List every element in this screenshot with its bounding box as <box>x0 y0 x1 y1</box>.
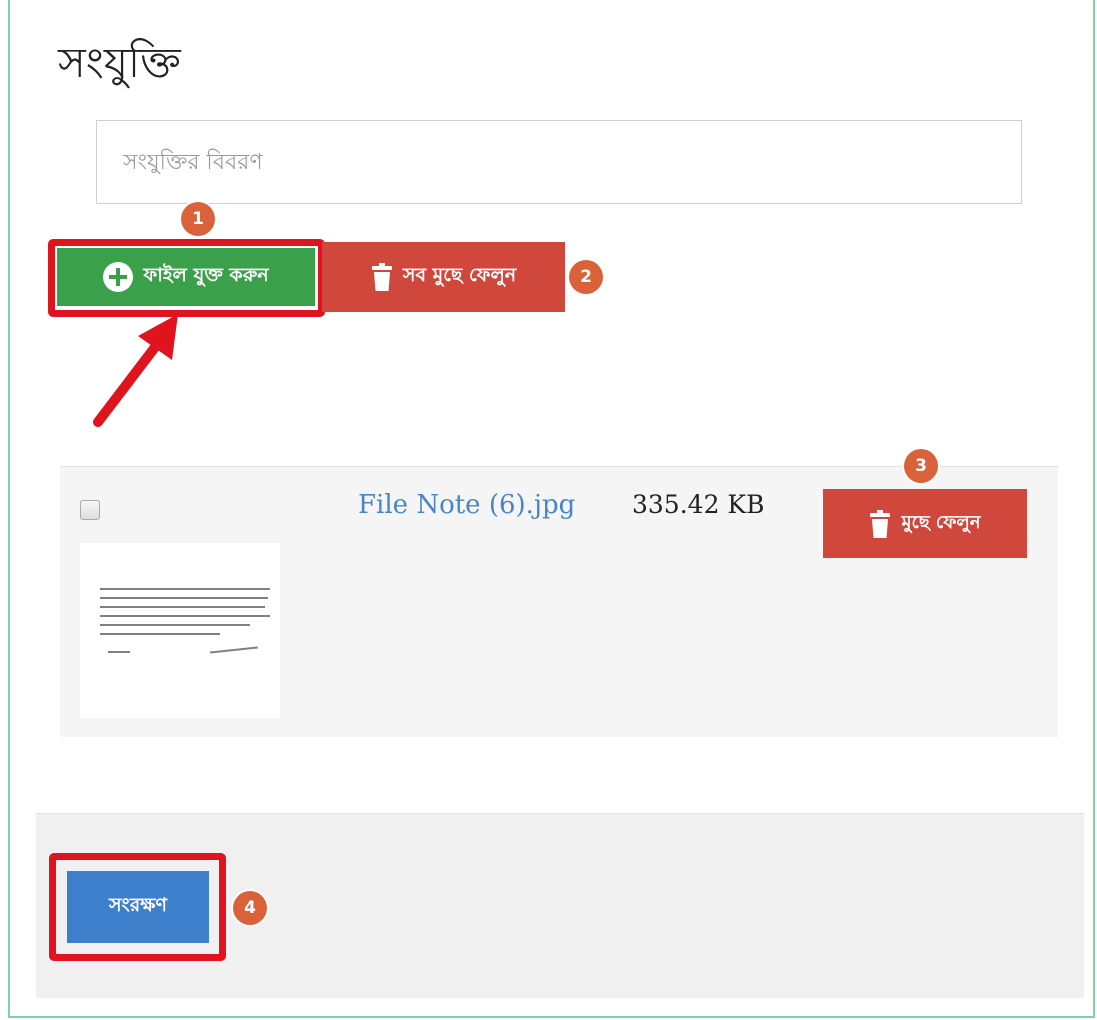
frame-border-left <box>8 0 10 1018</box>
save-label: সংরক্ষণ <box>108 894 168 916</box>
plus-circle-icon <box>103 262 134 292</box>
delete-all-button[interactable]: সব মুছে ফেলুন <box>322 242 565 312</box>
add-file-label: ফাইল যুক্ত করুন <box>143 264 269 286</box>
delete-file-button[interactable]: মুছে ফেলুন <box>823 489 1027 558</box>
arrow-icon <box>93 314 178 427</box>
step-badge-4: 4 <box>233 891 267 925</box>
step-badge-3: 3 <box>904 449 938 483</box>
section-title: সংযুক্তি <box>58 38 181 87</box>
attachment-description-input[interactable] <box>96 120 1022 204</box>
delete-file-label: মুছে ফেলুন <box>901 512 981 533</box>
file-name-link[interactable]: File Note (6).jpg <box>358 490 575 520</box>
trash-icon <box>870 509 891 538</box>
step-badge-2: 2 <box>569 260 603 294</box>
add-file-button[interactable]: ফাইল যুক্ত করুন <box>57 248 315 306</box>
step-badge-1: 1 <box>181 202 215 236</box>
frame-border-right <box>1093 0 1095 1018</box>
frame-border-bottom <box>8 1016 1095 1018</box>
file-size: 335.42 KB <box>632 490 765 519</box>
save-button[interactable]: সংরক্ষণ <box>67 871 209 943</box>
file-thumbnail <box>80 543 280 718</box>
delete-all-label: সব মুছে ফেলুন <box>402 264 517 286</box>
file-select-checkbox[interactable] <box>80 500 100 520</box>
trash-icon <box>371 263 392 291</box>
